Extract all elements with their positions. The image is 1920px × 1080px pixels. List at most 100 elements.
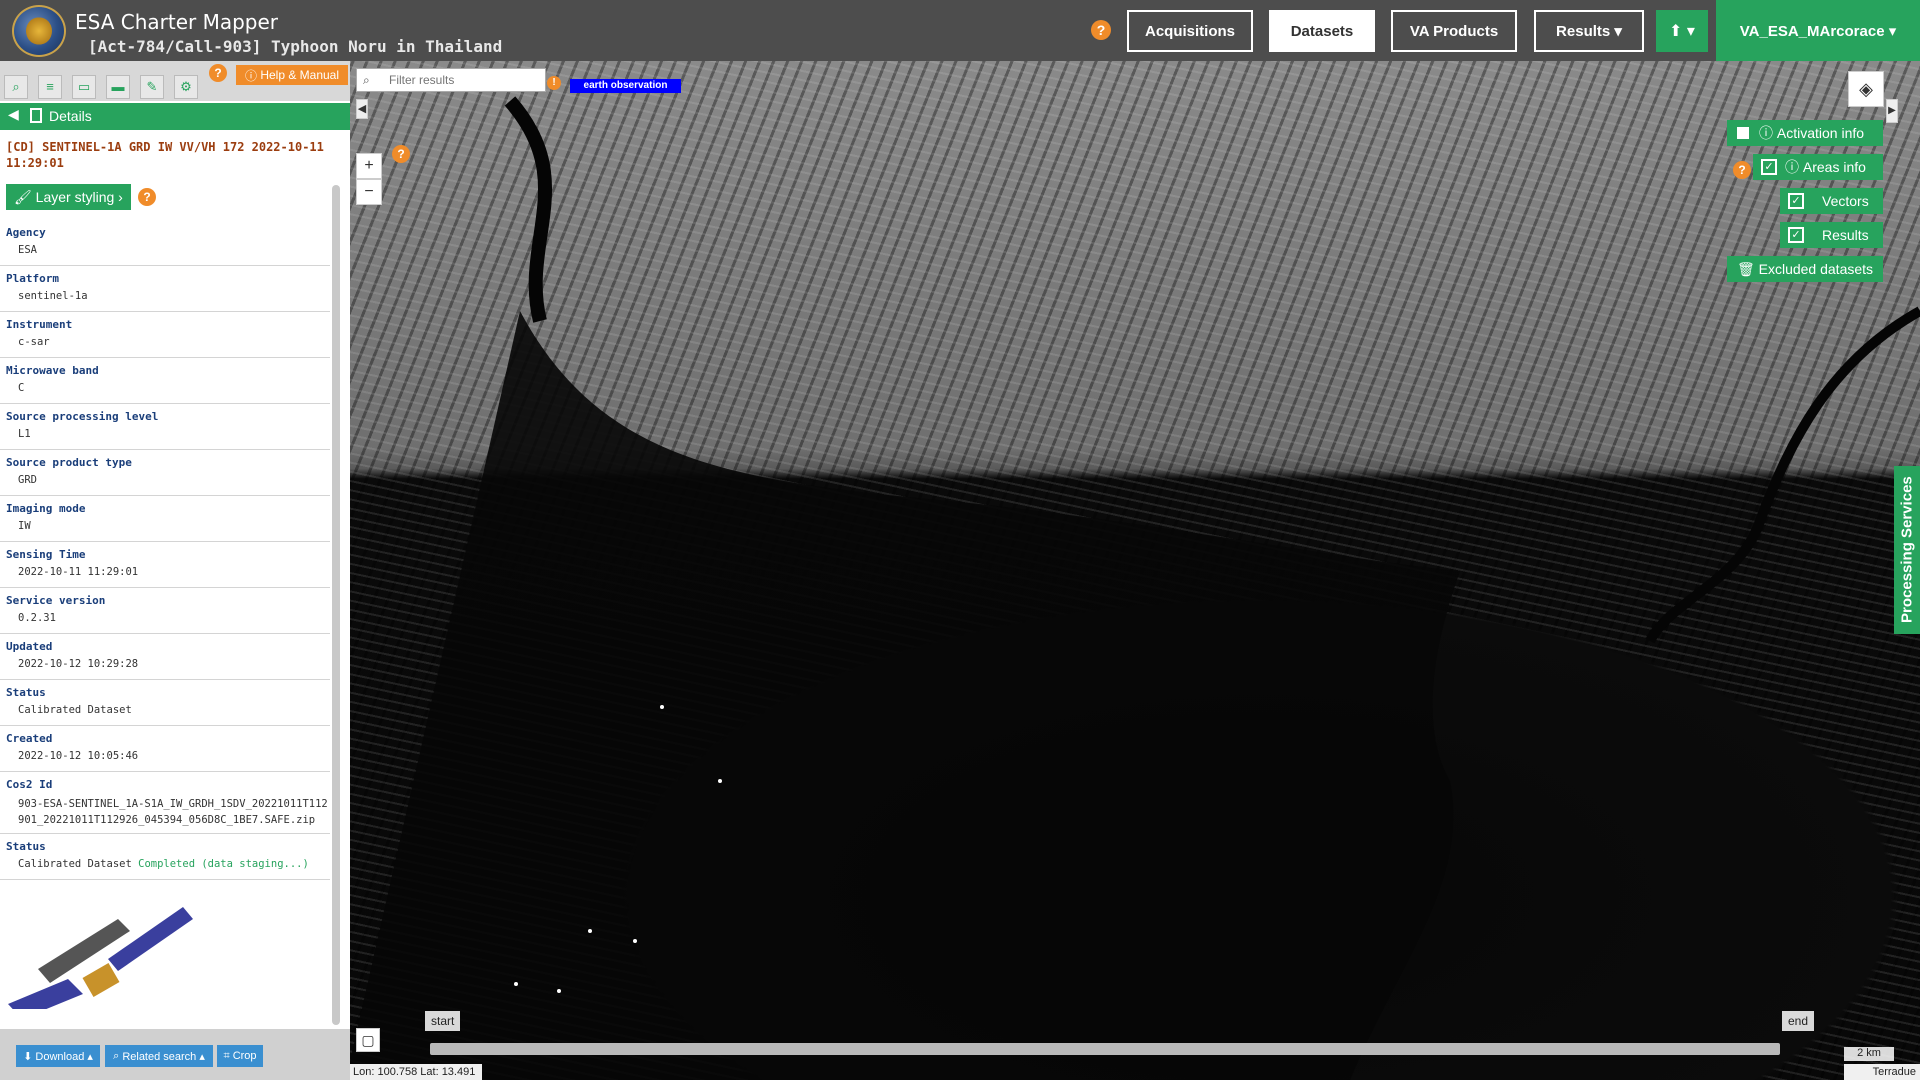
- list-item: Created 2022-10-12 10:05:46: [0, 726, 330, 772]
- layers-icon[interactable]: ◈: [1848, 71, 1884, 107]
- download-icon: ⬇: [23, 1050, 36, 1063]
- help-icon[interactable]: ?: [209, 64, 227, 82]
- filter-box: ⌕: [356, 68, 546, 92]
- search-icon[interactable]: ⌕: [4, 75, 28, 99]
- list-item: Service version 0.2.31: [0, 588, 330, 634]
- zoom-in-button[interactable]: +: [356, 153, 382, 179]
- attribution[interactable]: Terradue: [1844, 1064, 1920, 1080]
- edit-icon[interactable]: ✎: [140, 75, 164, 99]
- field-key: Updated: [6, 640, 53, 653]
- crop-button[interactable]: ⌗ Crop: [217, 1045, 263, 1067]
- field-key: Microwave band: [6, 364, 99, 377]
- processing-services-tab[interactable]: Processing Services: [1894, 466, 1920, 634]
- info-icon[interactable]: !: [547, 76, 561, 90]
- filter-input[interactable]: [385, 70, 541, 90]
- field-key: Source processing level: [6, 410, 159, 423]
- field-value: L1: [18, 428, 31, 440]
- toggle-results[interactable]: ✓ Results: [1780, 222, 1883, 248]
- details-header[interactable]: ◀ Details: [0, 103, 350, 130]
- layer-styling-label: Layer styling: [35, 189, 115, 205]
- field-key: Cos2 Id: [6, 778, 53, 791]
- excluded-label: Excluded datasets: [1758, 261, 1874, 277]
- info-icon: ⓘ: [1759, 125, 1777, 141]
- field-value: sentinel-1a: [18, 290, 88, 302]
- settings-icon[interactable]: ⚙: [174, 75, 198, 99]
- coordinate-readout: Lon: 100.758 Lat: 13.491: [350, 1064, 482, 1080]
- toggle-label: Vectors: [1822, 193, 1869, 209]
- nav-va-products[interactable]: VA Products: [1391, 10, 1517, 52]
- timeline-slider[interactable]: [430, 1043, 1780, 1055]
- zoom-out-button[interactable]: −: [356, 179, 382, 205]
- list-item: Updated 2022-10-12 10:29:28: [0, 634, 330, 680]
- panel-scrollbar[interactable]: [332, 185, 340, 1025]
- upload-button[interactable]: ⬆ ▾: [1656, 10, 1708, 52]
- charter-logo[interactable]: [12, 5, 66, 57]
- list-item: Sensing Time 2022-10-11 11:29:01: [0, 542, 330, 588]
- related-search-button[interactable]: ⌕ Related search ▴: [105, 1045, 213, 1067]
- help-icon[interactable]: ?: [392, 145, 410, 163]
- archive-icon[interactable]: ▬: [106, 75, 130, 99]
- list-item: Instrument c-sar: [0, 312, 330, 358]
- field-value: Calibrated Dataset: [18, 704, 132, 716]
- field-value: c-sar: [18, 336, 50, 348]
- left-panel: ⌕ ≡ ▭ ▬ ✎ ⚙ ? ⓘ Help & Manual ◀ Details …: [0, 61, 350, 1080]
- related-search-label: Related search ▴: [122, 1050, 205, 1063]
- field-value: 2022-10-12 10:05:46: [18, 750, 139, 762]
- timeline-start-label[interactable]: start: [425, 1011, 461, 1031]
- app-title: ESA Charter Mapper: [75, 10, 279, 34]
- help-icon[interactable]: ?: [1733, 161, 1751, 179]
- field-key: Source product type: [6, 456, 132, 469]
- help-icon[interactable]: ?: [1091, 20, 1111, 40]
- search-icon: ⌕: [113, 1049, 123, 1062]
- chevron-right-icon: ›: [114, 189, 123, 205]
- checkbox-icon[interactable]: [1735, 125, 1751, 141]
- toggle-label: Results: [1822, 227, 1869, 243]
- field-value: Calibrated Dataset Completed (data stagi…: [18, 858, 330, 870]
- field-key: Status: [6, 686, 46, 699]
- field-key: Created: [6, 732, 53, 745]
- fullscreen-icon[interactable]: ▢: [356, 1028, 380, 1052]
- excluded-datasets-button[interactable]: 🗑 Excluded datasets: [1727, 256, 1883, 282]
- toggle-activation-info[interactable]: ⓘ Activation info: [1727, 120, 1883, 146]
- toggle-vectors[interactable]: ✓ Vectors: [1780, 188, 1883, 214]
- help-icon[interactable]: ?: [138, 188, 156, 206]
- toggle-label: Activation info: [1776, 125, 1865, 141]
- user-menu[interactable]: VA_ESA_MArcorace ▾: [1716, 0, 1920, 61]
- status-badge: Completed (data staging...): [138, 858, 309, 870]
- nav-results[interactable]: Results ▾: [1534, 10, 1644, 52]
- info-icon: ⓘ: [1785, 159, 1803, 175]
- crop-label: Crop: [232, 1050, 257, 1062]
- toggle-areas-info[interactable]: ✓ ⓘ Areas info: [1753, 154, 1883, 180]
- field-key: Agency: [6, 226, 46, 239]
- list-item: Status Calibrated Dataset: [0, 680, 330, 726]
- field-value: 903-ESA-SENTINEL_1A-S1A_IW_GRDH_1SDV_202…: [18, 798, 328, 826]
- basket-icon[interactable]: ▭: [72, 75, 96, 99]
- crop-icon: ⌗: [223, 1049, 233, 1062]
- activation-title: [Act-784/Call-903] Typhoon Noru in Thail…: [88, 37, 503, 56]
- timeline-end-label[interactable]: end: [1782, 1011, 1815, 1031]
- list-icon[interactable]: ≡: [38, 75, 62, 99]
- layer-styling-button[interactable]: 🖌 Layer styling ›: [6, 184, 131, 210]
- eo-badge[interactable]: earth observation: [570, 79, 681, 93]
- field-key: Status: [6, 840, 46, 853]
- field-key: Sensing Time: [6, 548, 86, 561]
- back-chevron-icon[interactable]: ◀: [8, 106, 19, 123]
- nav-datasets[interactable]: Datasets: [1269, 10, 1375, 52]
- help-manual-button[interactable]: ⓘ Help & Manual: [236, 65, 348, 85]
- toggle-label: Areas info: [1802, 159, 1866, 175]
- map-view[interactable]: ⌕ ! earth observation ◀ + − ? ◈ ▶ ⓘ Acti…: [350, 61, 1920, 1080]
- download-button[interactable]: ⬇ Download ▴: [16, 1045, 100, 1067]
- check-icon[interactable]: ✓: [1761, 159, 1777, 175]
- collapse-panel-chevron-icon[interactable]: ◀: [356, 99, 368, 119]
- satellite-image: [8, 907, 193, 1009]
- field-key: Instrument: [6, 318, 73, 331]
- list-item: Cos2 Id 903-ESA-SENTINEL_1A-S1A_IW_GRDH_1…: [0, 772, 330, 834]
- check-icon[interactable]: ✓: [1788, 193, 1804, 209]
- list-item: Microwave band C: [0, 358, 330, 404]
- action-bar: ⬇ Download ▴ ⌕ Related search ▴ ⌗ Crop: [0, 1029, 350, 1080]
- field-value: C: [18, 382, 25, 394]
- collapse-chevron-icon[interactable]: ▶: [1886, 99, 1898, 123]
- nav-acquisitions[interactable]: Acquisitions: [1127, 10, 1253, 52]
- check-icon[interactable]: ✓: [1788, 227, 1804, 243]
- left-toolbar: ⌕ ≡ ▭ ▬ ✎ ⚙ ? ⓘ Help & Manual: [0, 61, 350, 101]
